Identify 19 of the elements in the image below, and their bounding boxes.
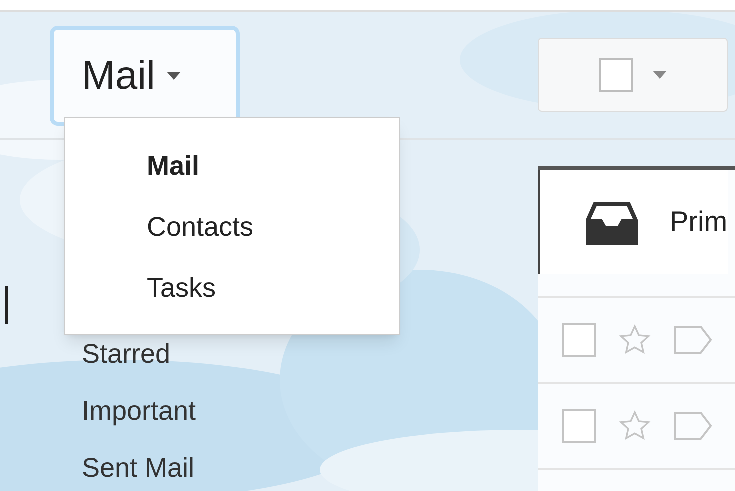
category-tab[interactable]: Prim [538,170,728,274]
label-icon [674,409,714,443]
sidebar-item[interactable]: Starred [82,335,171,374]
star-icon[interactable] [618,409,652,443]
checkbox-icon [599,58,633,92]
menu-item[interactable]: Tasks [65,268,399,308]
select-all-button[interactable] [538,38,728,112]
checkbox[interactable] [562,323,596,357]
label-icon [674,323,714,357]
menu-item[interactable]: Contacts [65,207,399,247]
star-icon[interactable] [618,323,652,357]
selection-marker [5,286,8,324]
sidebar-item[interactable]: Sent Mail [82,449,195,488]
sidebar-item[interactable]: Important [82,392,196,431]
checkbox[interactable] [562,409,596,443]
menu-item[interactable]: Mail [65,146,399,186]
inbox-icon [586,200,638,244]
caret-icon [653,71,667,79]
app-switcher-button[interactable]: Mail [50,26,240,126]
